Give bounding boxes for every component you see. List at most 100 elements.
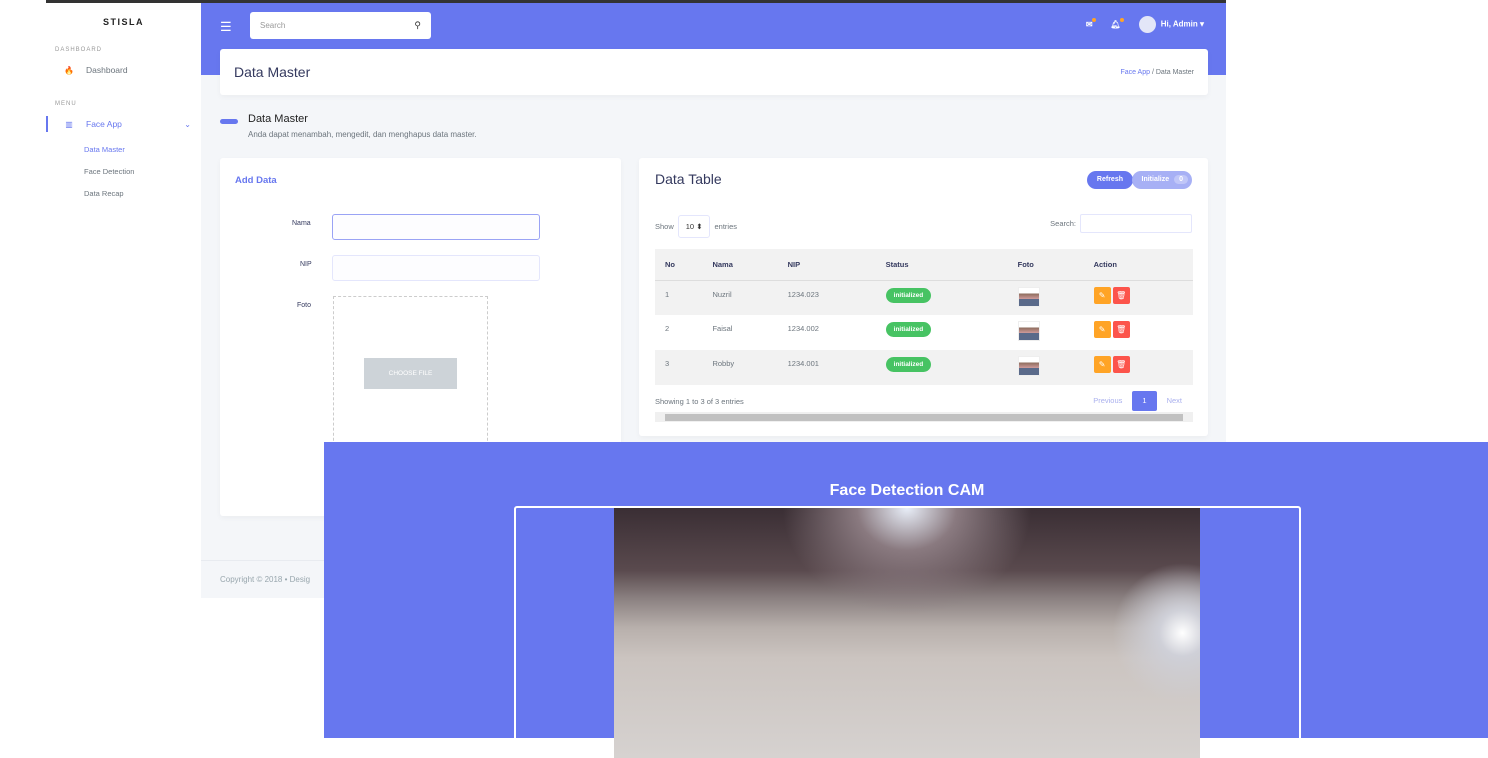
page-1-button[interactable]: 1 [1132, 391, 1157, 411]
sidebar-subitem-face-detection[interactable]: Face Detection [84, 161, 201, 183]
cell-nip: 1234.023 [777, 280, 876, 315]
footer-text: Copyright © 2018 • Desig [220, 575, 311, 584]
nama-input[interactable] [332, 214, 540, 240]
sidebar-subitem-data-recap[interactable]: Data Recap [84, 183, 201, 205]
camera-feed [614, 508, 1200, 758]
bell-icon[interactable]: 🔔︎ [1111, 18, 1124, 29]
cell-no: 3 [655, 350, 703, 385]
refresh-button[interactable]: Refresh [1086, 171, 1133, 189]
breadcrumb-current: Data Master [1155, 68, 1194, 76]
section-bar [220, 119, 238, 124]
user-menu[interactable]: Hi, Admin ▾ [1138, 16, 1204, 33]
breadcrumb: Face App / Data Master [1120, 69, 1194, 76]
sidebar-item-face-app[interactable]: ▥ Face App ⌄ [46, 113, 201, 135]
cell-status: initialized [875, 350, 1008, 385]
table-row: 3 Robby 1234.001 initialized ✎ 🗑︎ [655, 350, 1193, 385]
cell-foto [1008, 315, 1084, 350]
column-header-no[interactable]: No [655, 249, 703, 281]
sidebar-item-dashboard[interactable]: 🔥 Dashboard [46, 59, 201, 81]
column-header-nama[interactable]: Nama [702, 249, 778, 281]
cell-no: 1 [655, 280, 703, 315]
sidebar-item-label: Face App [86, 119, 122, 129]
cell-nama: Robby [702, 350, 778, 385]
nip-label: NIP [300, 261, 312, 268]
cell-action: ✎ 🗑︎ [1083, 350, 1193, 385]
cell-nip: 1234.002 [787, 324, 819, 333]
cell-foto [1007, 280, 1084, 315]
page-header: Data Master Face App / Data Master [220, 49, 1208, 95]
photo-thumbnail[interactable] [1017, 356, 1040, 376]
entries-value: 10 [685, 222, 695, 231]
card-title: Add Data [235, 175, 277, 186]
sidebar-subitem-data-master[interactable]: Data Master [84, 139, 201, 161]
edit-icon[interactable]: ✎ [1093, 356, 1111, 373]
section-description: Anda dapat menambah, mengedit, dan mengh… [248, 130, 477, 139]
cell-status: initialized [876, 315, 1008, 350]
column-header-nip[interactable]: NIP [777, 249, 876, 281]
data-table: No Nama NIP Status Foto Action 1 Nuzril … [655, 249, 1193, 385]
scrollbar-thumb[interactable] [665, 414, 1183, 421]
breadcrumb-separator: / [1151, 68, 1154, 76]
entries-label: entries [714, 222, 737, 231]
next-button[interactable]: Next [1157, 391, 1192, 411]
edit-icon[interactable]: ✎ [1093, 286, 1111, 304]
camera-frame [514, 506, 1301, 758]
trash-icon[interactable]: 🗑︎ [1112, 321, 1130, 338]
cam-title: Face Detection CAM [829, 482, 985, 499]
column-header-foto[interactable]: Foto [1007, 249, 1084, 281]
status-badge: initialized [885, 322, 932, 337]
initialize-button[interactable]: Initialize 0 [1131, 171, 1192, 189]
section-label: MENU [55, 101, 77, 107]
table-search-input[interactable] [1080, 214, 1192, 233]
edit-icon[interactable]: ✎ [1093, 321, 1111, 338]
table-search: Search: [1050, 214, 1192, 233]
cell-status: initialized [875, 280, 1008, 315]
trash-icon[interactable]: 🗑︎ [1112, 286, 1130, 304]
nama-label: Nama [292, 220, 311, 227]
column-header-action[interactable]: Action [1083, 249, 1193, 281]
horizontal-scrollbar[interactable] [655, 412, 1193, 422]
file-dropzone[interactable]: CHOOSE FILE [333, 296, 488, 456]
menu-icon[interactable]: ☰ [220, 19, 232, 35]
sidebar-item-label: Dashboard [86, 65, 128, 75]
entries-select[interactable]: 10 ⬍ [677, 215, 711, 238]
columns-icon: ▥ [65, 119, 73, 129]
initialize-count: 0 [1174, 175, 1188, 184]
chevron-down-icon: ⌄ [184, 119, 191, 129]
data-table-card: Data Table Refresh Initialize 0 Show 10 ⬍… [639, 158, 1208, 436]
avatar [1138, 16, 1156, 33]
section-header: Data Master Anda dapat menambah, mengedi… [220, 113, 477, 139]
trash-icon[interactable]: 🗑︎ [1112, 356, 1130, 373]
cell-no: 2 [665, 324, 670, 333]
column-header-status[interactable]: Status [875, 249, 1008, 281]
sidebar: STISLA DASHBOARD 🔥 Dashboard MENU ▥ Face A… [46, 3, 201, 601]
table-row: 1 Nuzril 1234.023 initialized ✎ 🗑︎ [655, 280, 1193, 315]
search-placeholder: Search [260, 21, 286, 30]
section-label: DASHBOARD [55, 47, 103, 53]
show-label: Show [655, 222, 674, 231]
nip-input[interactable] [332, 255, 540, 281]
section-title: Data Master [248, 113, 308, 125]
fire-icon: 🔥 [64, 65, 74, 75]
cell-action: ✎ 🗑︎ [1083, 280, 1193, 315]
search-input[interactable]: Search ⚲ [250, 12, 431, 39]
brand-logo[interactable]: STISLA [46, 17, 201, 27]
breadcrumb-face-app[interactable]: Face App [1120, 69, 1150, 76]
table-row: 2 Faisal 1234.002 initialized ✎ 🗑︎ [655, 315, 1193, 350]
user-name: Hi, Admin [1160, 19, 1198, 29]
cell-action: ✎ 🗑︎ [1084, 315, 1193, 350]
cell-foto [1007, 350, 1084, 385]
pagination: Previous 1 Next [1083, 391, 1192, 411]
choose-file-button[interactable]: CHOOSE FILE [364, 358, 457, 389]
page-title: Data Master [234, 64, 311, 80]
photo-thumbnail[interactable] [1017, 321, 1040, 341]
photo-thumbnail[interactable] [1017, 286, 1040, 307]
cell-nama: Faisal [712, 324, 733, 333]
mail-icon[interactable]: ✉ [1086, 18, 1096, 29]
cell-nama: Nuzril [702, 280, 778, 315]
previous-button[interactable]: Previous [1083, 391, 1132, 411]
card-title: Data Table [655, 171, 722, 187]
foto-label: Foto [297, 302, 312, 309]
face-detection-cam-panel: Face Detection CAM [324, 442, 1488, 758]
search-icon[interactable]: ⚲ [414, 20, 421, 31]
